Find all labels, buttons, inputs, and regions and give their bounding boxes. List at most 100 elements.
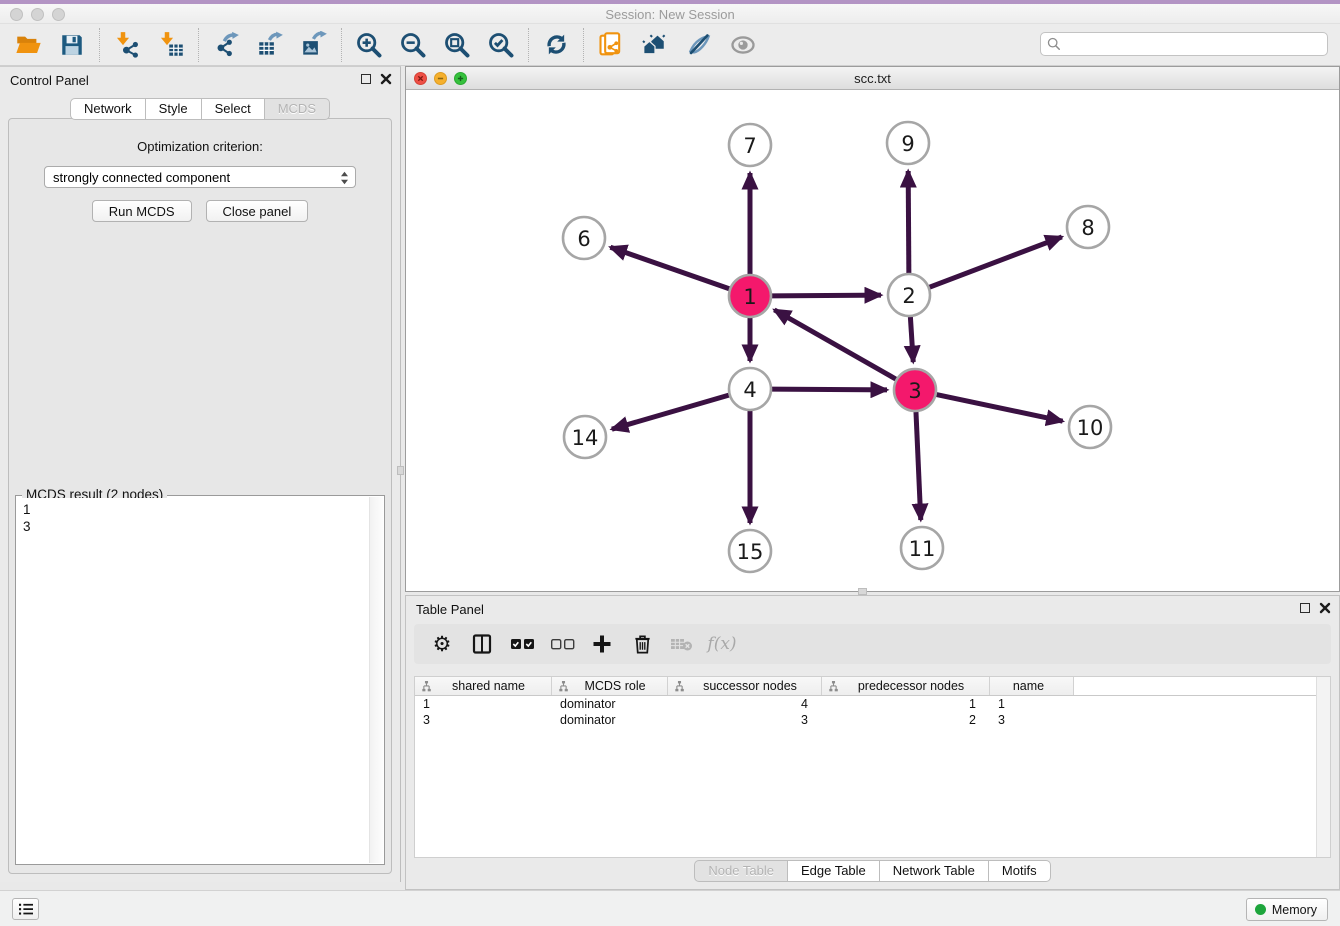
float-table-panel-icon[interactable]	[1300, 603, 1310, 613]
mcds-result-list[interactable]: 13	[17, 498, 368, 863]
zoom-fit-button[interactable]	[435, 27, 479, 63]
horizontal-splitter-handle[interactable]	[858, 588, 867, 595]
graph-edge-3-1[interactable]	[774, 310, 896, 379]
zoom-in-button[interactable]	[347, 27, 391, 63]
task-history-button[interactable]	[12, 898, 39, 920]
graph-edge-2-3[interactable]	[910, 317, 913, 362]
table-scrollbar[interactable]	[1316, 677, 1330, 857]
save-floppy-icon	[59, 32, 85, 58]
show-preview-button[interactable]	[721, 27, 765, 63]
zoom-out-button[interactable]	[391, 27, 435, 63]
criterion-select-value: strongly connected component	[53, 170, 230, 185]
graph-node-4[interactable]: 4	[729, 368, 771, 410]
column-header-successor-nodes[interactable]: successor nodes	[668, 677, 822, 695]
graph-edge-3-10[interactable]	[937, 395, 1063, 422]
table-cell[interactable]: 1	[415, 697, 552, 711]
graph-node-6[interactable]: 6	[563, 217, 605, 259]
show-columns-button[interactable]	[464, 628, 500, 660]
select-all-columns-button[interactable]	[504, 628, 540, 660]
graph-node-14[interactable]: 14	[564, 416, 606, 458]
export-image-button[interactable]	[292, 27, 336, 63]
tab-network[interactable]: Network	[70, 98, 146, 120]
column-header-name[interactable]: name	[990, 677, 1074, 695]
save-session-button[interactable]	[50, 27, 94, 63]
first-neighbors-button[interactable]	[633, 27, 677, 63]
tab-edge-table[interactable]: Edge Table	[788, 860, 880, 882]
export-table-button[interactable]	[248, 27, 292, 63]
table-row[interactable]: 3dominator323	[415, 712, 1330, 728]
graph-node-15[interactable]: 15	[729, 530, 771, 572]
status-bar: Memory	[0, 890, 1340, 926]
column-header-mcds-role[interactable]: MCDS role	[552, 677, 668, 695]
import-table-icon	[158, 31, 185, 58]
tab-motifs[interactable]: Motifs	[989, 860, 1051, 882]
unselect-all-columns-button[interactable]	[544, 628, 580, 660]
graph-edge-4-3[interactable]	[772, 389, 887, 390]
graph-edge-4-14[interactable]	[612, 395, 729, 429]
graph-node-8[interactable]: 8	[1067, 206, 1109, 248]
table-cell[interactable]: 1	[990, 697, 1074, 711]
graph-node-9[interactable]: 9	[887, 122, 929, 164]
graph-node-2[interactable]: 2	[888, 274, 930, 316]
table-cell[interactable]: 1	[822, 697, 990, 711]
tab-network-table[interactable]: Network Table	[880, 860, 989, 882]
zoom-selected-button[interactable]	[479, 27, 523, 63]
graph-node-7[interactable]: 7	[729, 124, 771, 166]
table-cell[interactable]: 2	[822, 713, 990, 727]
graph-node-1[interactable]: 1	[729, 275, 771, 317]
graph-edge-2-9[interactable]	[908, 171, 909, 273]
refresh-view-button[interactable]	[534, 27, 578, 63]
search-icon	[1047, 37, 1061, 51]
column-header-predecessor-nodes[interactable]: predecessor nodes	[822, 677, 990, 695]
table-cell[interactable]: 4	[668, 697, 822, 711]
export-network-button[interactable]	[204, 27, 248, 63]
graph-node-3[interactable]: 3	[894, 369, 936, 411]
table-settings-button[interactable]: ⚙	[424, 628, 460, 660]
graph-node-10[interactable]: 10	[1069, 406, 1111, 448]
graph-edge-3-11[interactable]	[916, 412, 921, 520]
network-window-titlebar[interactable]: scc.txt	[406, 67, 1339, 90]
tab-select[interactable]: Select	[202, 98, 265, 120]
table-cell[interactable]: 3	[990, 713, 1074, 727]
search-input[interactable]	[1065, 37, 1327, 52]
mcds-panel: Optimization criterion: strongly connect…	[8, 118, 392, 874]
hide-graphics-details-button[interactable]	[677, 27, 721, 63]
table-cell[interactable]: 3	[668, 713, 822, 727]
column-header-shared-name[interactable]: shared name	[415, 677, 552, 695]
search-field[interactable]	[1040, 32, 1328, 56]
table-cell[interactable]: dominator	[552, 697, 668, 711]
close-table-panel-icon[interactable]	[1319, 602, 1331, 614]
hierarchy-icon	[828, 681, 839, 692]
import-network-button[interactable]	[105, 27, 149, 63]
tab-mcds[interactable]: MCDS	[265, 98, 330, 120]
list-icon	[18, 902, 34, 916]
table-cell[interactable]: 3	[415, 713, 552, 727]
graph-edge-2-8[interactable]	[930, 237, 1062, 287]
float-panel-icon[interactable]	[361, 74, 371, 84]
vertical-splitter-handle[interactable]	[397, 466, 404, 475]
delete-table-button[interactable]	[664, 628, 700, 660]
import-table-button[interactable]	[149, 27, 193, 63]
open-session-button[interactable]	[6, 27, 50, 63]
create-column-button[interactable]	[584, 628, 620, 660]
hierarchy-icon	[421, 681, 432, 692]
network-canvas[interactable]: 7 9 6 8 1 2 4 3 14 10 15 11	[406, 90, 1339, 591]
close-panel-icon[interactable]	[380, 73, 392, 85]
graph-node-label: 3	[908, 379, 921, 403]
run-mcds-button[interactable]: Run MCDS	[92, 200, 192, 222]
tab-style[interactable]: Style	[146, 98, 202, 120]
close-panel-button[interactable]: Close panel	[206, 200, 309, 222]
tab-node-table[interactable]: Node Table	[694, 860, 788, 882]
graph-node-11[interactable]: 11	[901, 527, 943, 569]
criterion-select[interactable]: strongly connected component	[44, 166, 356, 188]
delete-columns-button[interactable]	[624, 628, 660, 660]
copy-network-button[interactable]	[589, 27, 633, 63]
table-row[interactable]: 1dominator411	[415, 696, 1330, 712]
function-builder-button[interactable]: f(x)	[704, 628, 740, 660]
result-scrollbar[interactable]	[369, 497, 383, 863]
graph-edge-1-2[interactable]	[772, 295, 881, 296]
unchecked-boxes-icon	[550, 637, 575, 651]
table-cell[interactable]: dominator	[552, 713, 668, 727]
graph-edge-1-6[interactable]	[610, 247, 729, 289]
memory-button[interactable]: Memory	[1246, 898, 1328, 921]
